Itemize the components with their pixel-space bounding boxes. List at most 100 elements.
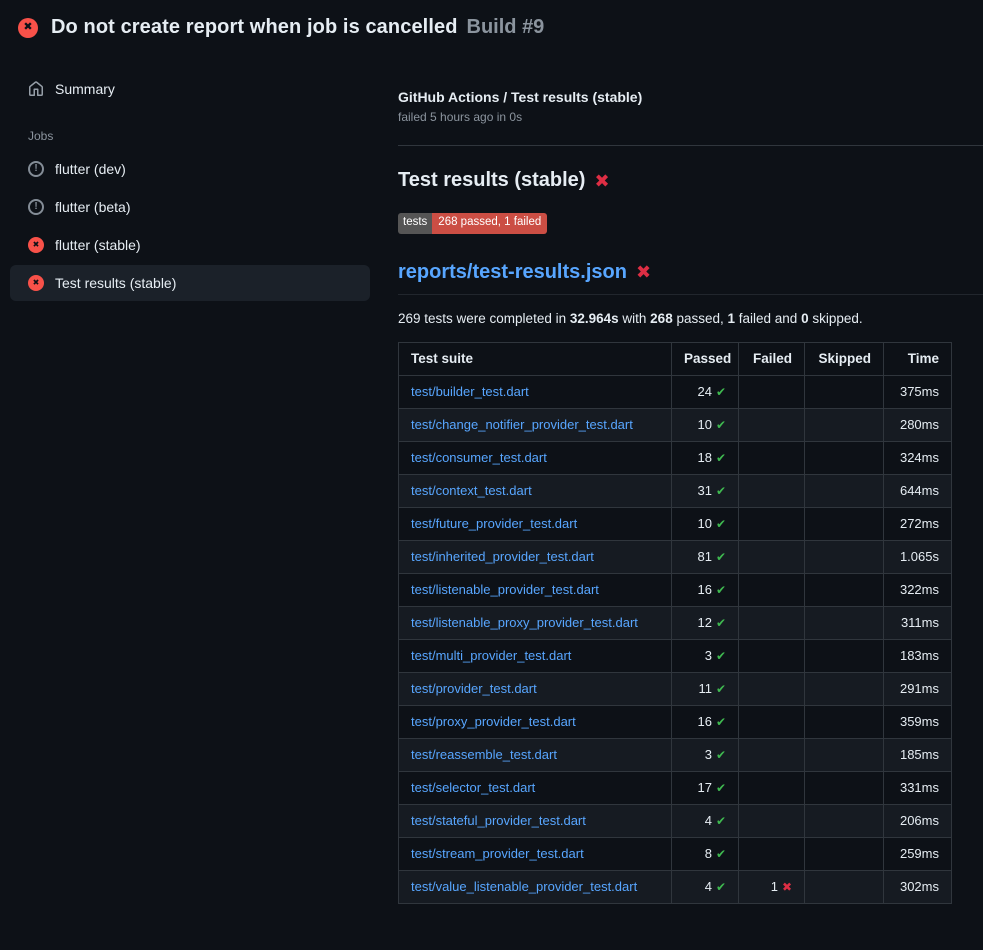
skipped-cell [805,507,884,540]
main-panel: GitHub Actions / Test results (stable) f… [380,53,983,904]
test-suite-link[interactable]: test/builder_test.dart [411,384,529,399]
skipped-cell [805,705,884,738]
check-icon: ✔ [716,583,726,597]
duration-value: 32.964s [570,311,619,326]
test-suite-link[interactable]: test/stream_provider_test.dart [411,846,584,861]
table-row: test/stream_provider_test.dart8✔259ms [399,837,952,870]
failed-status-icon: ✖ [18,18,38,38]
sidebar-item-flutter-stable[interactable]: ✖flutter (stable) [10,227,370,263]
table-row: test/value_listenable_provider_test.dart… [399,870,952,903]
divider [398,145,983,146]
failed-cell [739,540,805,573]
table-row: test/multi_provider_test.dart3✔183ms [399,639,952,672]
skipped-cell [805,441,884,474]
suite-cell: test/listenable_provider_test.dart [399,573,672,606]
failed-icon: ✖ [28,275,44,291]
sidebar-item-flutter-beta[interactable]: !flutter (beta) [10,189,370,225]
failed-cell [739,672,805,705]
skipped-cell [805,870,884,903]
summary-part: failed and [735,311,801,326]
failed-cell [739,639,805,672]
time-cell: 359ms [884,705,952,738]
failed-cell [739,771,805,804]
sidebar-item-summary[interactable]: Summary [10,71,370,107]
passed-cell: 16✔ [672,573,739,606]
failed-cell [739,606,805,639]
table-row: test/inherited_provider_test.dart81✔1.06… [399,540,952,573]
skipped-cell [805,672,884,705]
passed-total: 268 [650,311,673,326]
sidebar-item-flutter-dev[interactable]: !flutter (dev) [10,151,370,187]
passed-count: 8 [705,846,712,861]
summary-part: with [619,311,651,326]
check-icon: ✔ [716,748,726,762]
test-suite-link[interactable]: test/consumer_test.dart [411,450,547,465]
passed-count: 3 [705,747,712,762]
content-layout: Summary Jobs !flutter (dev)!flutter (bet… [0,53,983,904]
test-suite-link[interactable]: test/proxy_provider_test.dart [411,714,576,729]
skipped-cell [805,771,884,804]
results-table-body: test/builder_test.dart24✔375mstest/chang… [399,375,952,903]
time-cell: 206ms [884,804,952,837]
check-run-title: Test results (stable) ✖ [398,169,983,192]
time-cell: 183ms [884,639,952,672]
sidebar-jobs-list: !flutter (dev)!flutter (beta)✖flutter (s… [0,151,380,301]
table-row: test/selector_test.dart17✔331ms [399,771,952,804]
passed-cell: 31✔ [672,474,739,507]
passed-cell: 10✔ [672,507,739,540]
passed-cell: 8✔ [672,837,739,870]
time-cell: 185ms [884,738,952,771]
passed-count: 17 [697,780,711,795]
test-suite-link[interactable]: test/selector_test.dart [411,780,535,795]
time-cell: 375ms [884,375,952,408]
time-cell: 1.065s [884,540,952,573]
page-header: ✖ Do not create report when job is cance… [0,0,983,53]
check-icon: ✔ [716,418,726,432]
home-icon [28,81,44,97]
report-file-link[interactable]: reports/test-results.json [398,261,627,284]
summary-text: 269 tests were completed in 32.964s with… [398,311,983,326]
test-suite-link[interactable]: test/context_test.dart [411,483,532,498]
col-time: Time [884,342,952,375]
time-cell: 311ms [884,606,952,639]
cross-icon: ✖ [782,880,792,894]
table-row: test/listenable_provider_test.dart16✔322… [399,573,952,606]
table-row: test/context_test.dart31✔644ms [399,474,952,507]
check-icon: ✔ [716,517,726,531]
job-label: Test results (stable) [55,275,176,291]
failed-cell [739,441,805,474]
passed-cell: 12✔ [672,606,739,639]
test-suite-link[interactable]: test/listenable_provider_test.dart [411,582,599,597]
check-icon: ✔ [716,880,726,894]
table-row: test/change_notifier_provider_test.dart1… [399,408,952,441]
check-icon: ✔ [716,715,726,729]
warning-icon: ! [28,161,44,177]
check-icon: ✔ [716,682,726,696]
time-cell: 291ms [884,672,952,705]
tests-badge: tests 268 passed, 1 failed [398,213,547,234]
skipped-total: 0 [801,311,809,326]
test-suite-link[interactable]: test/value_listenable_provider_test.dart [411,879,637,894]
test-suite-link[interactable]: test/provider_test.dart [411,681,537,696]
test-suite-link[interactable]: test/listenable_proxy_provider_test.dart [411,615,638,630]
suite-cell: test/stateful_provider_test.dart [399,804,672,837]
skipped-cell [805,573,884,606]
check-icon: ✔ [716,781,726,795]
test-suite-link[interactable]: test/stateful_provider_test.dart [411,813,586,828]
time-cell: 324ms [884,441,952,474]
test-suite-link[interactable]: test/reassemble_test.dart [411,747,557,762]
sidebar-item-test-results-stable[interactable]: ✖ Test results (stable) [10,265,370,301]
table-row: test/consumer_test.dart18✔324ms [399,441,952,474]
cross-icon: ✖ [594,172,609,190]
failed-cell [739,738,805,771]
table-row: test/builder_test.dart24✔375ms [399,375,952,408]
time-cell: 272ms [884,507,952,540]
test-suite-link[interactable]: test/future_provider_test.dart [411,516,577,531]
sidebar: Summary Jobs !flutter (dev)!flutter (bet… [0,53,380,303]
test-suite-link[interactable]: test/inherited_provider_test.dart [411,549,594,564]
test-suite-link[interactable]: test/multi_provider_test.dart [411,648,571,663]
page-title: Do not create report when job is cancell… [51,16,458,39]
test-suite-link[interactable]: test/change_notifier_provider_test.dart [411,417,633,432]
failed-cell [739,408,805,441]
check-icon: ✔ [716,847,726,861]
